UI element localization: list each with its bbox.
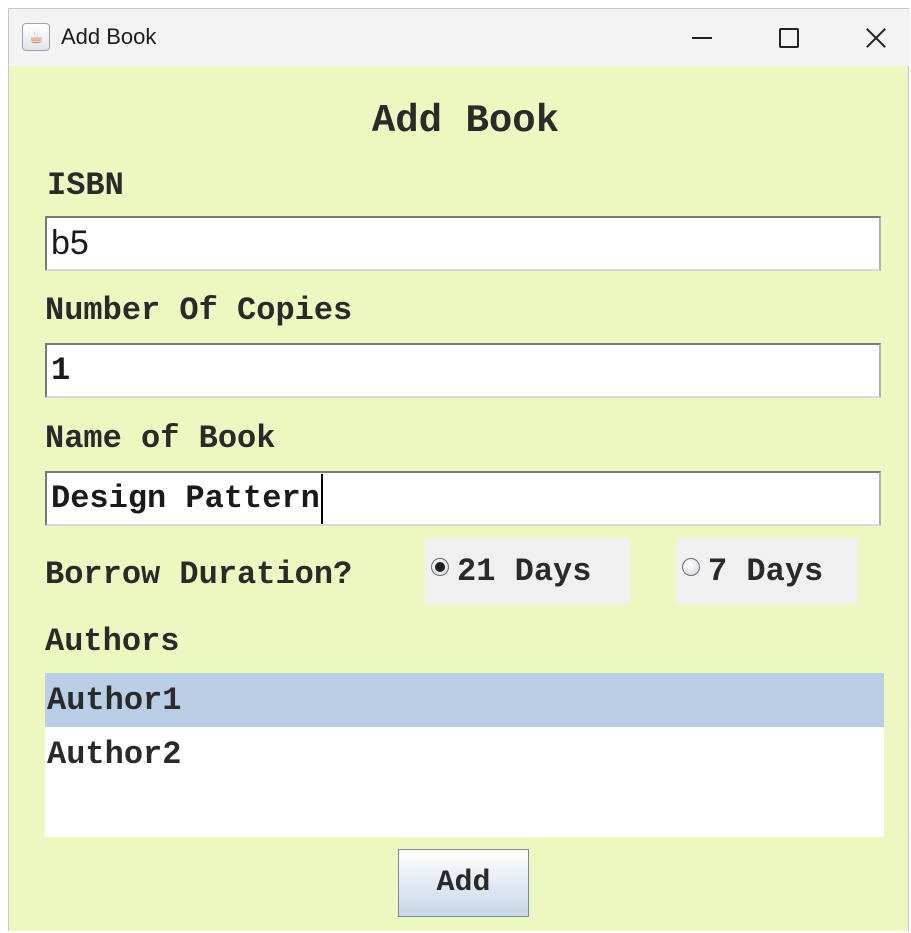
close-icon <box>865 27 887 49</box>
list-item[interactable]: Author1 <box>45 673 884 727</box>
title-bar[interactable]: ☕ Add Book <box>9 9 910 66</box>
authors-label: Authors <box>45 623 180 660</box>
copies-value: 1 <box>51 352 71 389</box>
radio-7-days[interactable]: 7 Days <box>676 538 858 604</box>
maximize-icon <box>779 27 799 48</box>
book-name-value: Design Pattern <box>51 480 320 517</box>
minimize-icon <box>692 36 712 39</box>
radio-7-days-label: 7 Days <box>708 552 824 590</box>
borrow-duration-label: Borrow Duration? <box>45 556 353 593</box>
copies-input[interactable]: 1 <box>45 343 881 398</box>
form-heading: Add Book <box>371 99 560 143</box>
add-book-window: ☕ Add Book Add Book ISBN b5 Number Of Co… <box>8 8 910 931</box>
isbn-value: b5 <box>51 224 89 262</box>
list-item[interactable]: Author2 <box>45 727 884 781</box>
book-name-input[interactable]: Design Pattern <box>45 471 881 526</box>
maximize-button[interactable] <box>746 9 832 66</box>
isbn-input[interactable]: b5 <box>45 216 881 271</box>
name-label: Name of Book <box>45 420 276 457</box>
radio-unselected-icon <box>682 558 700 576</box>
radio-21-days[interactable]: 21 Days <box>425 538 630 604</box>
isbn-label: ISBN <box>47 167 124 204</box>
radio-21-days-label: 21 Days <box>457 552 592 590</box>
radio-dot <box>435 562 445 572</box>
authors-list[interactable]: Author1 Author2 <box>45 673 884 837</box>
text-caret <box>320 473 323 524</box>
close-button[interactable] <box>833 9 911 66</box>
add-button[interactable]: Add <box>398 849 529 917</box>
copies-label: Number Of Copies <box>45 292 353 329</box>
window-title: Add Book <box>61 24 157 49</box>
java-cup-icon: ☕ <box>22 23 50 51</box>
minimize-button[interactable] <box>659 9 745 66</box>
radio-selected-icon <box>431 558 449 576</box>
